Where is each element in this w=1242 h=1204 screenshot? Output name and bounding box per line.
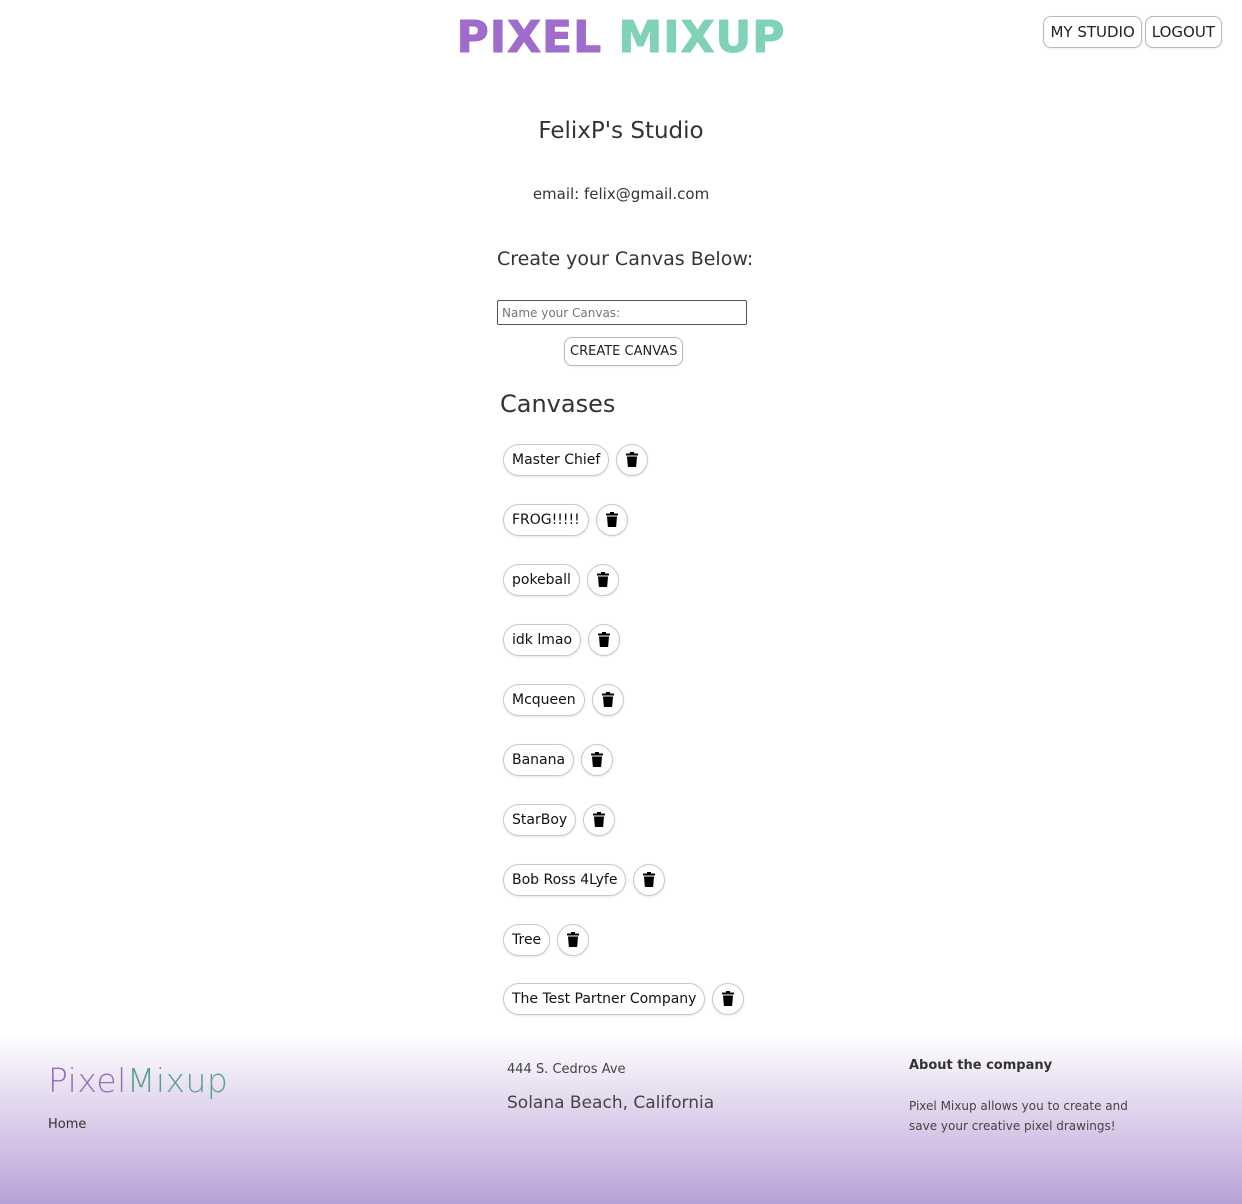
trash-icon	[598, 632, 611, 647]
site-footer: PixelMixup Home 444 S. Cedros Ave Solana…	[0, 1035, 1242, 1204]
delete-canvas-button[interactable]	[586, 563, 619, 596]
delete-canvas-button[interactable]	[581, 743, 614, 776]
logo-text-mixup: MIXUP	[618, 12, 786, 63]
canvas-open-button[interactable]: idk lmao	[503, 623, 582, 656]
footer-brand-mixup: Mixup	[126, 1061, 229, 1100]
canvas-list-item: Tree	[503, 923, 744, 956]
create-canvas-heading: Create your Canvas Below:	[497, 248, 754, 270]
trash-icon	[591, 752, 604, 767]
canvas-list-item: Master Chief	[503, 443, 744, 476]
my-studio-button[interactable]: MY STUDIO	[1043, 16, 1142, 48]
canvas-list-item: Mcqueen	[503, 683, 744, 716]
user-email: email: felix@gmail.com	[532, 185, 710, 203]
footer-about-title: About the company	[909, 1058, 1053, 1073]
canvas-list-item: The Test Partner Company	[503, 982, 745, 1015]
trash-icon	[593, 812, 606, 827]
canvas-open-button[interactable]: Mcqueen	[503, 683, 585, 716]
trash-icon	[722, 991, 735, 1006]
canvas-name-input[interactable]	[497, 300, 747, 325]
logo-text-pixel: PIXEL	[456, 12, 603, 63]
trash-icon	[601, 692, 614, 707]
delete-canvas-button[interactable]	[583, 803, 616, 836]
footer-about-text: Pixel Mixup allows you to create and sav…	[909, 1099, 1128, 1133]
canvas-open-button[interactable]: StarBoy	[503, 803, 577, 836]
canvas-open-button[interactable]: The Test Partner Company	[503, 982, 706, 1015]
delete-canvas-button[interactable]	[616, 443, 649, 476]
canvas-list-item: FROG!!!!!	[503, 503, 744, 536]
studio-page: PIXEL MIXUP MY STUDIO LOGOUT FelixP's St…	[0, 0, 1242, 1204]
delete-canvas-button[interactable]	[557, 923, 590, 956]
canvas-open-button[interactable]: pokeball	[503, 563, 580, 596]
delete-canvas-button[interactable]	[591, 683, 624, 716]
footer-address-line2: Solana Beach, California	[507, 1093, 715, 1113]
canvas-list-item: Banana	[503, 743, 744, 776]
logout-button[interactable]: LOGOUT	[1144, 16, 1222, 48]
canvas-open-button[interactable]: FROG!!!!!	[503, 503, 589, 536]
canvas-list-item: pokeball	[503, 563, 744, 596]
trash-icon	[643, 872, 656, 887]
canvas-list-item: idk lmao	[503, 623, 744, 656]
canvases-heading: Canvases	[500, 390, 616, 418]
delete-canvas-button[interactable]	[712, 982, 745, 1015]
canvas-open-button[interactable]: Bob Ross 4Lyfe	[503, 863, 627, 896]
delete-canvas-button[interactable]	[588, 623, 621, 656]
canvas-list-item: StarBoy	[503, 803, 744, 836]
footer-brand: PixelMixup	[48, 1061, 228, 1100]
delete-canvas-button[interactable]	[633, 863, 666, 896]
footer-address-line1: 444 S. Cedros Ave	[507, 1062, 626, 1077]
trash-icon	[596, 572, 609, 587]
canvas-open-button[interactable]: Master Chief	[503, 443, 610, 476]
delete-canvas-button[interactable]	[595, 503, 628, 536]
top-nav: MY STUDIO LOGOUT	[1043, 16, 1222, 48]
footer-home-link[interactable]: Home	[48, 1117, 86, 1132]
canvas-open-button[interactable]: Tree	[503, 923, 551, 956]
trash-icon	[626, 452, 639, 467]
canvas-open-button[interactable]: Banana	[503, 743, 575, 776]
canvas-list-item: Bob Ross 4Lyfe	[503, 863, 744, 896]
canvas-list: Master Chief FROG!!!!! pokeball idk lmao Mcq…	[503, 443, 745, 1042]
trash-icon	[605, 512, 618, 527]
footer-brand-pixel: Pixel	[48, 1061, 127, 1100]
page-title: FelixP's Studio	[538, 118, 704, 144]
create-canvas-button[interactable]: CREATE CANVAS	[564, 337, 684, 366]
trash-icon	[567, 932, 580, 947]
